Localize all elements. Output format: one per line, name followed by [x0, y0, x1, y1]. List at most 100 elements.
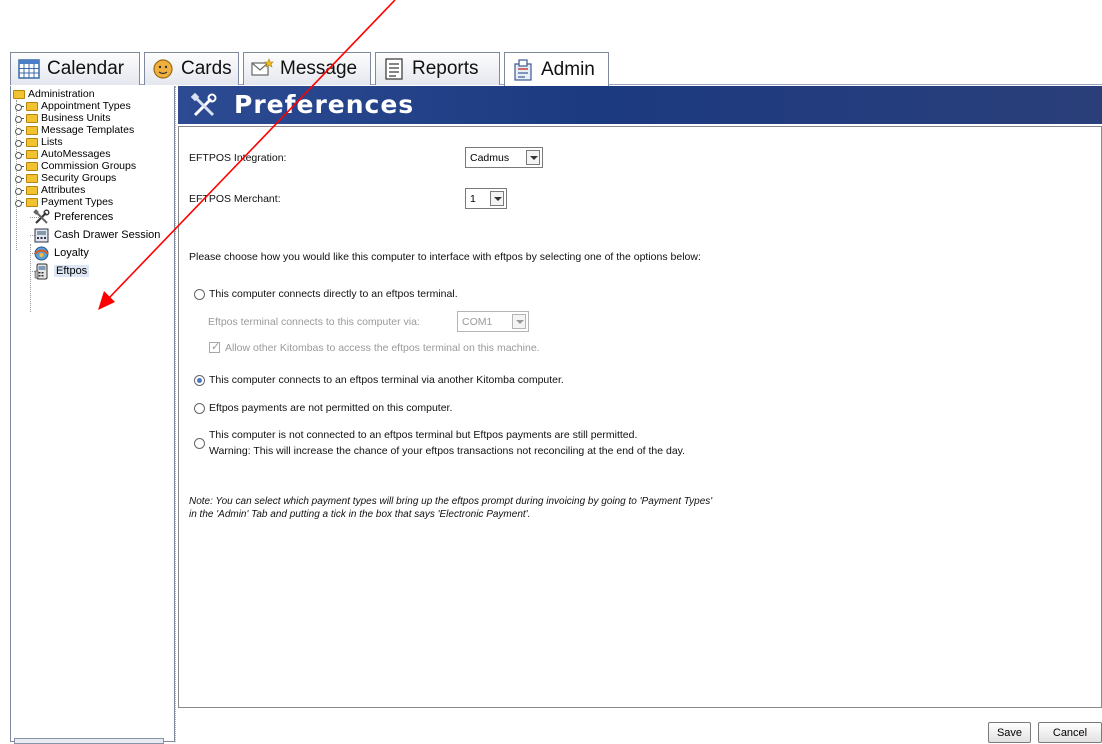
- main-tab-bar: Calendar Cards Message Reports Admin: [10, 52, 1102, 86]
- tree-folder-label: Payment Types: [41, 196, 114, 208]
- loyalty-icon: [33, 245, 50, 262]
- radio-not-connected-permitted[interactable]: [194, 438, 205, 449]
- chevron-down-icon[interactable]: [490, 191, 504, 206]
- cancel-button[interactable]: Cancel: [1038, 722, 1102, 743]
- expand-toggle-icon[interactable]: [15, 174, 24, 183]
- reports-icon: [382, 57, 406, 81]
- tree-folder-automessages[interactable]: AutoMessages: [15, 148, 110, 160]
- tab-message[interactable]: Message: [243, 52, 371, 85]
- tab-cards-label: Cards: [181, 58, 232, 79]
- preferences-content-panel: EFTPOS Integration: Cadmus EFTPOS Mercha…: [178, 126, 1102, 708]
- cash-drawer-icon: [33, 227, 50, 244]
- expand-toggle-icon[interactable]: [15, 198, 24, 207]
- eftpos-integration-value: Cadmus: [470, 151, 510, 164]
- tree-item-label: Eftpos: [54, 265, 90, 277]
- tree-folder-label: Lists: [41, 136, 63, 148]
- eftpos-merchant-select[interactable]: 1: [465, 188, 507, 209]
- tab-reports[interactable]: Reports: [375, 52, 500, 85]
- admin-tree-panel: Administration Appointment Types Busines…: [10, 86, 175, 742]
- folder-icon: [26, 125, 38, 135]
- tab-calendar-label: Calendar: [47, 58, 125, 79]
- allow-access-checkbox: [209, 340, 220, 353]
- expand-toggle-icon[interactable]: [15, 162, 24, 171]
- tree-root-label: Administration: [28, 88, 95, 100]
- tree-item-label: Cash Drawer Session: [54, 229, 161, 241]
- tree-folder-lists[interactable]: Lists: [15, 136, 63, 148]
- tree-root-administration[interactable]: Administration: [13, 88, 95, 100]
- radio-direct-connection[interactable]: [194, 289, 205, 300]
- radio-via-another-computer-label[interactable]: This computer connects to an eftpos term…: [209, 374, 564, 386]
- expand-toggle-icon[interactable]: [15, 186, 24, 195]
- expand-toggle-icon[interactable]: [15, 114, 24, 123]
- tab-calendar[interactable]: Calendar: [10, 52, 140, 85]
- tree-folder-payment-types[interactable]: Payment Types: [15, 196, 113, 208]
- tree-folder-commission-groups[interactable]: Commission Groups: [15, 160, 136, 172]
- tree-folder-appointment-types[interactable]: Appointment Types: [15, 100, 131, 112]
- tab-message-label: Message: [280, 58, 358, 79]
- terminal-port-select: COM1: [457, 311, 529, 332]
- expand-toggle-icon[interactable]: [15, 126, 24, 135]
- save-button[interactable]: Save: [988, 722, 1031, 743]
- calendar-icon: [17, 57, 41, 81]
- folder-icon: [26, 161, 38, 171]
- tree-guide-line: [30, 244, 31, 312]
- expand-toggle-icon[interactable]: [15, 102, 24, 111]
- instructions-text: Please choose how you would like this co…: [189, 251, 701, 263]
- tools-icon: [190, 92, 218, 120]
- chevron-down-icon[interactable]: [526, 150, 540, 165]
- tree-item-label: Loyalty: [54, 247, 89, 259]
- terminal-port-value: COM1: [462, 315, 493, 328]
- radio-not-connected-permitted-label[interactable]: This computer is not connected to an eft…: [209, 429, 637, 441]
- tree-folder-security-groups[interactable]: Security Groups: [15, 172, 116, 184]
- radio-via-another-computer[interactable]: [194, 375, 205, 386]
- tree-item-cash-drawer-session[interactable]: Cash Drawer Session: [33, 226, 160, 244]
- radio-not-permitted-label[interactable]: Eftpos payments are not permitted on thi…: [209, 402, 452, 414]
- tree-folder-business-units[interactable]: Business Units: [15, 112, 110, 124]
- terminal-connection-label: Eftpos terminal connects to this compute…: [208, 316, 420, 328]
- tree-folder-attributes[interactable]: Attributes: [15, 184, 85, 196]
- eftpos-icon: [33, 263, 50, 280]
- tab-reports-label: Reports: [412, 58, 479, 79]
- eftpos-merchant-value: 1: [470, 192, 476, 205]
- page-header-banner: Preferences: [178, 86, 1102, 124]
- tree-item-label: Preferences: [54, 211, 114, 223]
- tree-folder-label: AutoMessages: [41, 148, 111, 160]
- tree-folder-label: Security Groups: [41, 172, 117, 184]
- reconcile-warning-text: Warning: This will increase the chance o…: [209, 445, 686, 457]
- chevron-down-icon: [512, 314, 526, 329]
- note-text-line1: Note: You can select which payment types…: [189, 496, 713, 507]
- folder-icon: [26, 185, 38, 195]
- tree-item-loyalty[interactable]: Loyalty: [33, 244, 89, 262]
- tree-item-preferences[interactable]: Preferences: [33, 208, 113, 226]
- tree-folder-label: Business Units: [41, 112, 111, 124]
- face-icon: [151, 57, 175, 81]
- radio-not-permitted[interactable]: [194, 403, 205, 414]
- allow-access-label: Allow other Kitombas to access the eftpo…: [225, 342, 540, 354]
- tree-horizontal-scrollbar[interactable]: [14, 738, 164, 744]
- tools-icon: [33, 208, 50, 226]
- folder-icon: [13, 89, 25, 99]
- tab-cards[interactable]: Cards: [144, 52, 239, 85]
- folder-icon: [26, 173, 38, 183]
- expand-toggle-icon[interactable]: [15, 138, 24, 147]
- admin-icon: [511, 58, 535, 82]
- folder-icon: [26, 197, 38, 207]
- tab-admin-label: Admin: [541, 58, 595, 80]
- radio-direct-connection-label[interactable]: This computer connects directly to an ef…: [209, 288, 458, 300]
- eftpos-integration-label: EFTPOS Integration:: [189, 152, 287, 164]
- note-text-line2: in the 'Admin' Tab and putting a tick in…: [189, 509, 531, 520]
- folder-icon: [26, 113, 38, 123]
- tree-item-eftpos[interactable]: Eftpos: [33, 262, 90, 280]
- eftpos-integration-select[interactable]: Cadmus: [465, 147, 543, 168]
- eftpos-merchant-label: EFTPOS Merchant:: [189, 193, 281, 205]
- tree-folder-message-templates[interactable]: Message Templates: [15, 124, 134, 136]
- tab-admin[interactable]: Admin: [504, 52, 609, 86]
- tree-folder-label: Message Templates: [41, 124, 135, 136]
- tree-folder-label: Attributes: [41, 184, 86, 196]
- folder-icon: [26, 149, 38, 159]
- tree-folder-label: Appointment Types: [41, 100, 131, 112]
- expand-toggle-icon[interactable]: [15, 150, 24, 159]
- page-title: Preferences: [234, 90, 415, 119]
- message-icon: [250, 57, 274, 81]
- folder-icon: [26, 137, 38, 147]
